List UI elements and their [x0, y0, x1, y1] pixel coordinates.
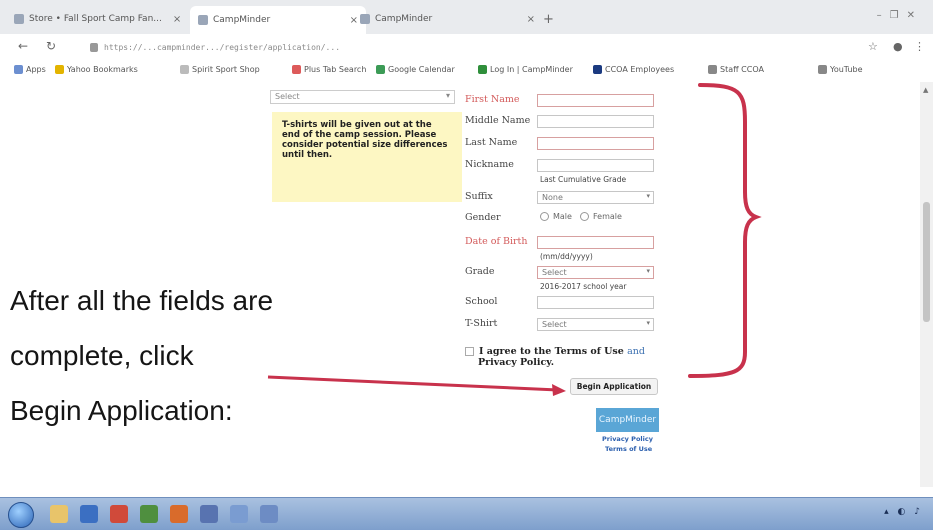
system-tray[interactable]: ▴ ◐ ♪ [884, 507, 923, 517]
folder-icon [593, 65, 602, 74]
tab-campminder[interactable]: CampMinder × [360, 8, 535, 30]
bookmark-yahoo[interactable]: Yahoo Bookmarks [55, 65, 138, 74]
campminder-icon [478, 65, 487, 74]
tab-title: CampMinder [213, 15, 271, 25]
bookmark-calendar[interactable]: Google Calendar [376, 65, 455, 74]
app-icon[interactable] [230, 505, 248, 523]
outlook-icon[interactable] [170, 505, 188, 523]
search-icon [292, 65, 301, 74]
app-icon[interactable] [110, 505, 128, 523]
close-tab-icon[interactable]: × [527, 14, 535, 25]
extension-icon[interactable]: ● [893, 40, 903, 53]
annotation-overlay [267, 83, 762, 396]
url-text: https://...campminder.../register/applic… [104, 42, 341, 52]
reload-icon[interactable]: ↻ [46, 39, 56, 53]
bookmarks-bar: Apps Yahoo Bookmarks Spirit Sport Shop P… [0, 60, 933, 83]
scrollbar-thumb[interactable] [923, 202, 930, 322]
bookmark-campminder-login[interactable]: Log In | CampMinder [478, 65, 573, 74]
apps-icon [14, 65, 23, 74]
app-icon[interactable] [260, 505, 278, 523]
menu-icon[interactable]: ⋮ [914, 40, 925, 53]
tab-title: CampMinder [375, 14, 433, 24]
tab-favicon-icon [198, 15, 208, 25]
tab-campminder-active[interactable]: CampMinder × [190, 6, 366, 34]
document-icon [708, 65, 717, 74]
close-tab-icon[interactable]: × [173, 14, 181, 25]
bookmark-ccoa-employees[interactable]: CCOA Employees [593, 65, 674, 74]
address-bar-row: ← ↻ https://...campminder.../register/ap… [0, 34, 933, 61]
curly-brace-annotation [688, 83, 762, 378]
star-icon [55, 65, 64, 74]
tab-bar: Store • Fall Sport Camp Fan... × CampMin… [0, 0, 933, 34]
bookmark-spirit[interactable]: Spirit Sport Shop [180, 65, 260, 74]
bookmark-plustab[interactable]: Plus Tab Search [292, 65, 366, 74]
tab-favicon-icon [360, 14, 370, 24]
chrome-icon[interactable] [140, 505, 158, 523]
star-icon[interactable]: ☆ [868, 40, 878, 53]
ie-icon[interactable] [80, 505, 98, 523]
arrow-annotation [267, 375, 559, 392]
close-tab-icon[interactable]: × [350, 15, 358, 26]
page-scrollbar[interactable]: ▲ [920, 82, 933, 487]
back-arrow-icon[interactable]: ← [18, 39, 28, 53]
window-controls[interactable]: –❐✕ [877, 10, 923, 21]
scroll-up-icon[interactable]: ▲ [923, 86, 928, 94]
word-icon[interactable] [200, 505, 218, 523]
tab-store[interactable]: Store • Fall Sport Camp Fan... × [14, 8, 182, 30]
bookmark-youtube[interactable]: YouTube [818, 65, 863, 74]
taskbar: ▴ ◐ ♪ [0, 497, 933, 530]
lock-icon [90, 42, 98, 52]
start-button-icon[interactable] [8, 502, 34, 528]
tab-title: Store • Fall Sport Camp Fan... [29, 14, 162, 24]
calendar-icon [376, 65, 385, 74]
page-content: Select ▾ T-shirts will be given out at t… [0, 82, 920, 487]
bookmark-apps[interactable]: Apps [14, 65, 46, 74]
url-input[interactable]: https://...campminder.../register/applic… [90, 38, 860, 56]
document-icon [180, 65, 189, 74]
explorer-icon[interactable] [50, 505, 68, 523]
bookmark-staff-ccoa[interactable]: Staff CCOA [708, 65, 764, 74]
document-icon [818, 65, 827, 74]
new-tab-button[interactable]: + [543, 12, 554, 27]
tab-favicon-icon [14, 14, 24, 24]
arrowhead-icon [552, 384, 566, 396]
